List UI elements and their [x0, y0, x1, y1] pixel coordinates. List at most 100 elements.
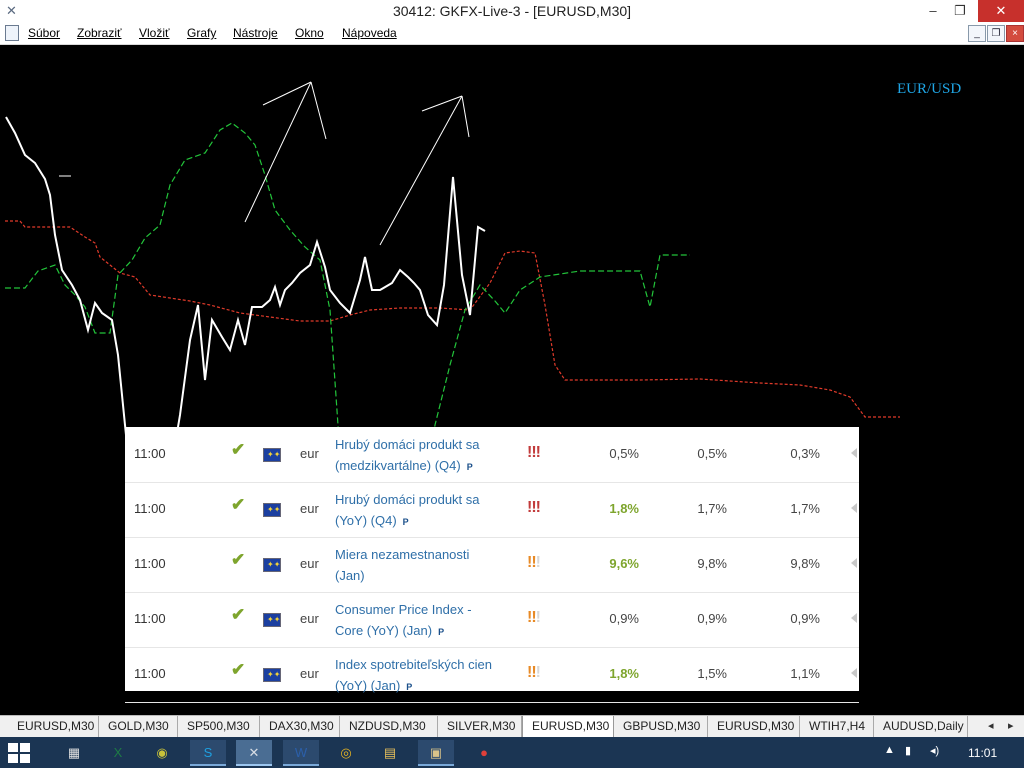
event-title-line1: Hrubý domáci produkt sa — [335, 437, 480, 452]
importance-icon: !!! — [527, 444, 541, 462]
event-title[interactable]: Hrubý domáci produkt sa (medzikvartálne) … — [335, 434, 510, 478]
tab-eurusd-m30[interactable]: EURUSD,M30 — [8, 716, 99, 737]
event-title[interactable]: Consumer Price Index - Core (YoY) (Jan) P — [335, 599, 510, 643]
file-explorer-icon[interactable]: ▤ — [372, 740, 408, 766]
importance-off: ! — [535, 609, 541, 626]
event-currency: eur — [300, 611, 319, 626]
tab-wtih7-h4[interactable]: WTIH7,H4 — [800, 716, 874, 737]
preliminary-marker: P — [402, 517, 409, 527]
event-actual: 0,5% — [609, 446, 639, 461]
importance-icon: !!! — [527, 664, 541, 682]
event-title-line2: (YoY) (Jan) — [335, 678, 401, 693]
checkmark-icon: ✔ — [231, 550, 246, 569]
mdi-minimize-button[interactable]: _ — [968, 25, 986, 42]
chart-document-icon[interactable] — [5, 25, 19, 41]
eu-flag-icon: ✦✦ — [263, 613, 281, 627]
window-title: 30412: GKFX-Live-3 - [EURUSD,M30] — [392, 3, 632, 19]
event-title-line2: Core (YoY) (Jan) — [335, 623, 433, 638]
event-title[interactable]: Hrubý domáci produkt sa (YoY) (Q4) P — [335, 489, 510, 533]
menu-help[interactable]: Nápoveda — [342, 26, 397, 40]
event-actual: 1,8% — [609, 501, 639, 516]
calendar-row[interactable]: 11:00 ✔ ✦✦ eur Consumer Price Index - Cor… — [125, 592, 859, 648]
event-forecast: 0,9% — [697, 611, 727, 626]
windows-taskbar: ▦ X ◉ S ✕ W ◎ ▤ ▣ ● ▲ ▮ ◂) 11:01 — [0, 737, 1024, 768]
importance-icon: !!! — [527, 554, 541, 572]
expand-arrow-icon[interactable] — [851, 558, 857, 568]
menu-insert[interactable]: Vložiť — [139, 26, 170, 40]
importance-icon: !!! — [527, 499, 541, 517]
event-title-line2: (medzikvartálne) (Q4) — [335, 458, 461, 473]
mdi-close-button[interactable]: × — [1006, 25, 1024, 42]
word-icon[interactable]: W — [283, 740, 319, 766]
event-actual: 0,9% — [609, 611, 639, 626]
menu-charts[interactable]: Grafy — [187, 26, 216, 40]
eu-flag-icon: ✦✦ — [263, 503, 281, 517]
checkmark-icon: ✔ — [231, 605, 246, 624]
tab-dax30-m30[interactable]: DAX30,M30 — [260, 716, 340, 737]
eu-flag-icon: ✦✦ — [263, 668, 281, 682]
tab-gbpusd-m30[interactable]: GBPUSD,M30 — [614, 716, 708, 737]
tab-audusd-daily[interactable]: AUDUSD,Daily — [874, 716, 968, 737]
network-icon[interactable]: ▮ — [905, 744, 911, 757]
event-previous: 0,9% — [790, 611, 820, 626]
event-title[interactable]: Index spotrebiteľských cien (YoY) (Jan) P — [335, 654, 510, 698]
expand-arrow-icon[interactable] — [851, 503, 857, 513]
calendar-row[interactable]: 11:00 ✔ ✦✦ eur Hrubý domáci produkt sa (Y… — [125, 482, 859, 538]
tab-silver-m30[interactable]: SILVER,M30 — [438, 716, 522, 737]
price-chart[interactable]: EUR/USD 11:00 ✔ ✦✦ eur Hrubý domáci prod… — [0, 45, 1024, 715]
importance-icon: !!! — [527, 609, 541, 627]
menu-tools[interactable]: Nástroje — [233, 26, 278, 40]
expand-arrow-icon[interactable] — [851, 668, 857, 678]
globe-app-icon[interactable]: ◉ — [144, 740, 180, 766]
tab-gold-m30[interactable]: GOLD,M30 — [99, 716, 178, 737]
calendar-row[interactable]: 11:00 ✔ ✦✦ eur Miera nezamestnanosti (Jan… — [125, 537, 859, 593]
taskbar-clock[interactable]: 11:01 — [968, 746, 997, 760]
importance-on: !! — [527, 609, 537, 626]
event-title-line2: (Jan) — [335, 568, 365, 583]
event-actual: 1,8% — [609, 666, 639, 681]
mdi-restore-button[interactable]: ❐ — [987, 25, 1005, 42]
preliminary-marker: P — [406, 682, 413, 692]
event-forecast: 9,8% — [697, 556, 727, 571]
eu-flag-icon: ✦✦ — [263, 558, 281, 572]
event-title[interactable]: Miera nezamestnanosti (Jan) — [335, 544, 510, 588]
event-title-line1: Index spotrebiteľských cien — [335, 657, 492, 672]
menu-bar: Súbor Zobraziť Vložiť Grafy Nástroje Okn… — [0, 22, 1024, 45]
event-forecast: 1,5% — [697, 666, 727, 681]
event-previous: 1,7% — [790, 501, 820, 516]
event-previous: 1,1% — [790, 666, 820, 681]
restore-button[interactable]: ❐ — [936, 0, 984, 22]
tray-chevron-icon[interactable]: ▲ — [884, 744, 895, 756]
skype-icon[interactable]: S — [190, 740, 226, 766]
excel-icon[interactable]: X — [100, 740, 136, 766]
calendar-row[interactable]: 11:00 ✔ ✦✦ eur Index spotrebiteľských ci… — [125, 647, 859, 703]
image-app-icon[interactable]: ▣ — [418, 740, 454, 766]
expand-arrow-icon[interactable] — [851, 448, 857, 458]
event-forecast: 0,5% — [697, 446, 727, 461]
menu-window[interactable]: Okno — [295, 26, 324, 40]
volume-icon[interactable]: ◂) — [930, 744, 939, 757]
checkmark-icon: ✔ — [231, 495, 246, 514]
checkmark-icon: ✔ — [231, 660, 246, 679]
app-tiles-icon[interactable]: ▦ — [56, 740, 92, 766]
metatrader-icon[interactable]: ✕ — [236, 740, 272, 766]
windows-start-icon[interactable] — [8, 743, 30, 763]
tab-scroll-left-icon[interactable]: ◂ — [988, 719, 994, 732]
event-time: 11:00 — [134, 666, 166, 681]
tab-sp500-m30[interactable]: SP500,M30 — [178, 716, 260, 737]
tab-scroll-right-icon[interactable]: ▸ — [1008, 719, 1014, 732]
close-button[interactable]: ✕ — [978, 0, 1024, 22]
dots-app-icon[interactable]: ● — [466, 740, 502, 766]
tab-eurusd-m30-active[interactable]: EURUSD,M30 — [522, 716, 614, 738]
tab-nzdusd-m30[interactable]: NZDUSD,M30 — [340, 716, 438, 737]
calendar-row[interactable]: 11:00 ✔ ✦✦ eur Hrubý domáci produkt sa (m… — [125, 427, 859, 483]
menu-view[interactable]: Zobraziť — [77, 26, 122, 40]
tab-eurusd-m30-2[interactable]: EURUSD,M30 — [708, 716, 800, 737]
event-currency: eur — [300, 666, 319, 681]
event-time: 11:00 — [134, 446, 166, 461]
expand-arrow-icon[interactable] — [851, 613, 857, 623]
chrome-icon[interactable]: ◎ — [328, 740, 364, 766]
event-forecast: 1,7% — [697, 501, 727, 516]
menu-file[interactable]: Súbor — [28, 26, 60, 40]
importance-on: !!! — [527, 444, 541, 461]
